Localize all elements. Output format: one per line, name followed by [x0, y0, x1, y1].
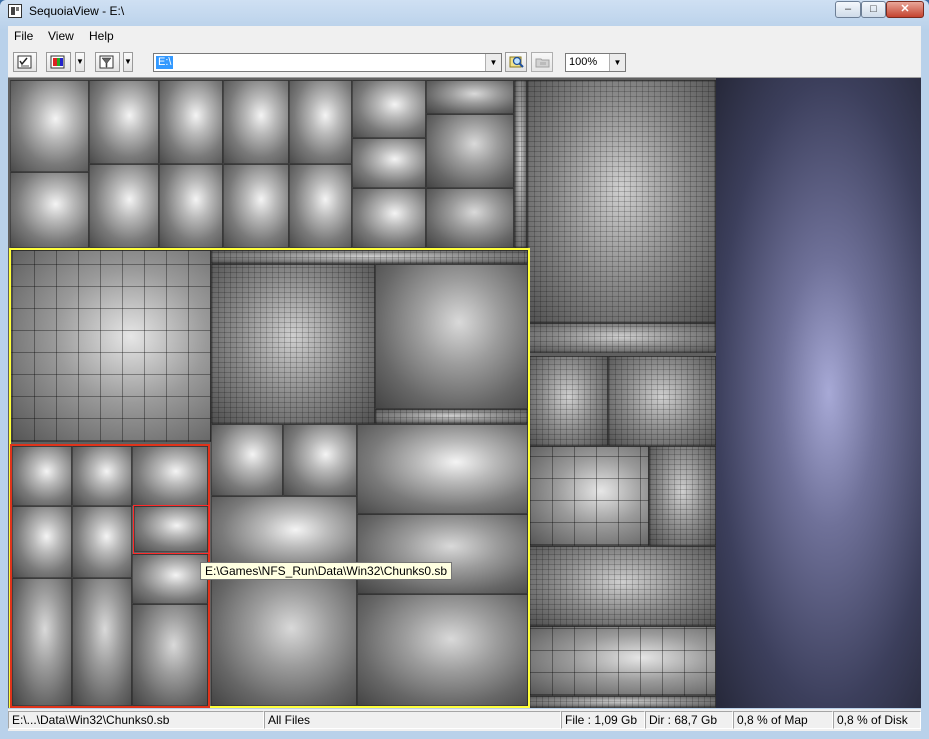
treemap-file[interactable]: [159, 164, 223, 248]
colors-button[interactable]: [46, 52, 71, 72]
status-dir-size: Dir : 68,7 Gb: [645, 711, 733, 729]
treemap-file-cluster[interactable]: [527, 80, 716, 323]
folder-up-icon: [535, 58, 550, 68]
menu-bar: File View Help: [8, 26, 921, 45]
treemap-file[interactable]: [426, 188, 514, 248]
treemap-file-cluster[interactable]: [529, 696, 716, 708]
filter-dropdown[interactable]: ▼: [123, 52, 133, 72]
status-bar: E:\...\Data\Win32\Chunks0.sb All Files F…: [8, 709, 921, 731]
menu-view[interactable]: View: [48, 29, 74, 43]
select-button[interactable]: [13, 52, 37, 72]
treemap-file[interactable]: [352, 80, 426, 138]
treemap-file-cluster[interactable]: [608, 356, 716, 446]
close-button[interactable]: ✕: [886, 1, 924, 18]
menu-help[interactable]: Help: [89, 29, 114, 43]
zoom-dropdown-arrow[interactable]: ▼: [609, 54, 625, 71]
app-icon: [8, 4, 22, 18]
maximize-button[interactable]: □: [861, 1, 886, 18]
free-space-area[interactable]: [716, 78, 921, 708]
path-value: E:\: [156, 56, 174, 69]
toolbar: ▼ ▼ E:\ ▼ 100% ▼: [8, 45, 921, 78]
treemap-file-cluster[interactable]: [529, 626, 716, 696]
treemap-file[interactable]: [159, 80, 223, 164]
selected-file-frame: [133, 505, 210, 554]
filter-icon: [99, 55, 114, 69]
rescan-icon: [509, 56, 524, 68]
filter-button[interactable]: [95, 52, 120, 72]
zoom-combobox[interactable]: 100% ▼: [565, 53, 626, 72]
zoom-value: 100%: [569, 56, 598, 68]
treemap-file[interactable]: [10, 172, 89, 248]
status-path: E:\...\Data\Win32\Chunks0.sb: [8, 711, 264, 729]
checklist-icon: [17, 55, 32, 69]
folder-up-button[interactable]: [531, 52, 553, 72]
path-dropdown-arrow[interactable]: ▼: [485, 54, 501, 71]
treemap-file[interactable]: [289, 80, 352, 164]
status-percent-map: 0,8 % of Map: [733, 711, 833, 729]
treemap-file-cluster[interactable]: [529, 546, 716, 626]
colors-icon: [50, 55, 65, 69]
status-percent-disk: 0,8 % of Disk: [833, 711, 921, 729]
app-window: SequoiaView - E:\ – □ ✕ File View Help ▼: [0, 0, 929, 739]
status-file-size: File : 1,09 Gb: [561, 711, 645, 729]
treemap-file[interactable]: [89, 80, 159, 164]
treemap-file[interactable]: [352, 138, 426, 188]
treemap-file[interactable]: [426, 114, 514, 188]
colors-dropdown[interactable]: ▼: [75, 52, 85, 72]
status-filter: All Files: [264, 711, 561, 729]
path-combobox[interactable]: E:\ ▼: [153, 53, 502, 72]
treemap-file[interactable]: [223, 164, 289, 248]
treemap-file-cluster[interactable]: [527, 323, 716, 353]
window-title: SequoiaView - E:\: [29, 4, 125, 18]
treemap-canvas[interactable]: E:\Games\NFS_Run\Data\Win32\Chunks0.sb: [8, 78, 921, 708]
treemap-file[interactable]: [89, 164, 159, 248]
menu-file[interactable]: File: [14, 29, 33, 43]
treemap-file[interactable]: [426, 80, 514, 114]
treemap-file-cluster[interactable]: [529, 446, 649, 546]
treemap-file[interactable]: [223, 80, 289, 164]
minimize-button[interactable]: –: [835, 1, 861, 18]
treemap-file[interactable]: [352, 188, 426, 248]
title-bar[interactable]: SequoiaView - E:\ – □ ✕: [0, 0, 929, 24]
file-tooltip: E:\Games\NFS_Run\Data\Win32\Chunks0.sb: [200, 562, 453, 580]
treemap-file-cluster[interactable]: [649, 446, 716, 546]
highlighted-subdirectory-frame: [10, 444, 210, 708]
treemap-file[interactable]: [10, 80, 89, 172]
treemap-file-cluster[interactable]: [514, 80, 527, 248]
treemap-file[interactable]: [289, 164, 352, 248]
rescan-button[interactable]: [505, 52, 527, 72]
treemap-file-cluster[interactable]: [529, 356, 608, 446]
